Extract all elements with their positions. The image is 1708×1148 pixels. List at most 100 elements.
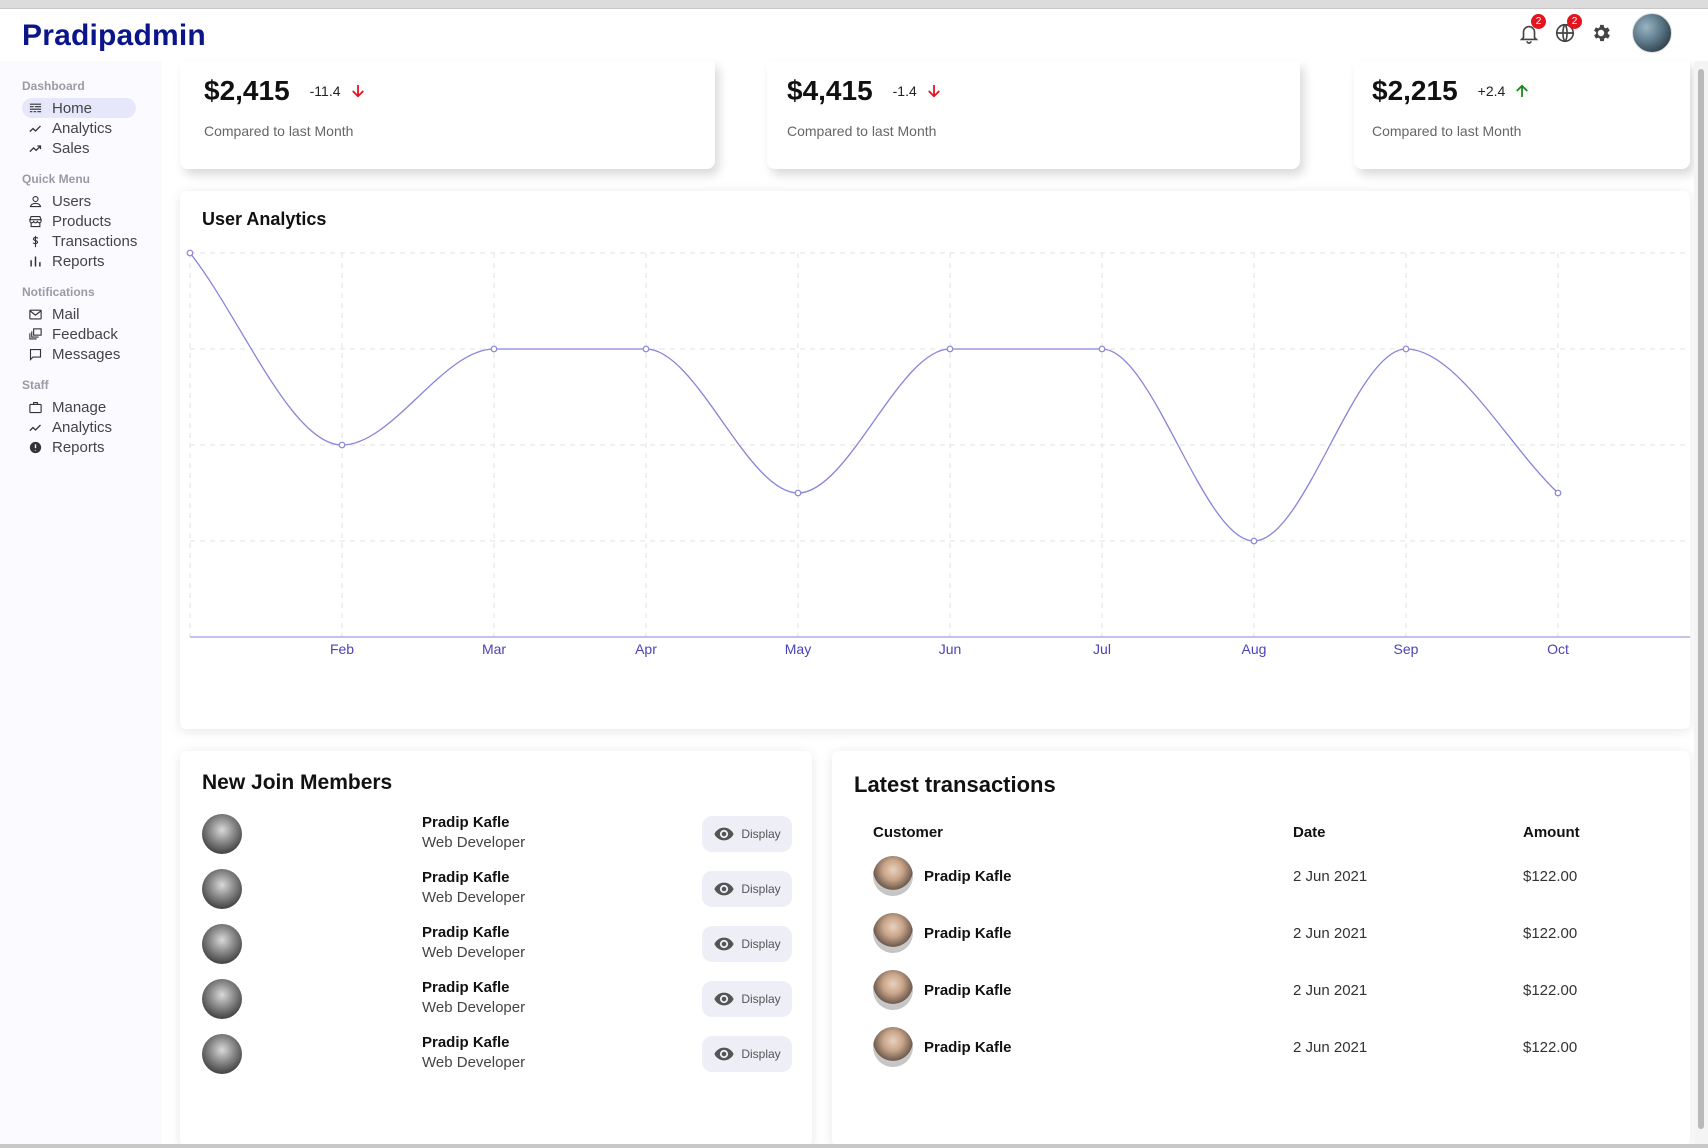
- member-name: Pradip Kafle: [422, 1034, 510, 1051]
- person-icon: [22, 192, 46, 210]
- timeline-icon: [22, 418, 46, 436]
- data-point: [338, 441, 346, 449]
- avatar[interactable]: [1632, 13, 1672, 53]
- sidebar: Dashboard Home Analytics Sales Quick Menu Use…: [0, 61, 162, 1146]
- arrow-down-icon: [351, 85, 364, 98]
- latest-transactions-widget: Latest transactions Customer Date Amount…: [832, 751, 1690, 1146]
- sidebar-item-analytics[interactable]: Analytics: [22, 417, 162, 437]
- sidebar-item-manage[interactable]: Manage: [22, 397, 162, 417]
- sidebar-item-label: Analytics: [52, 119, 113, 137]
- x-tick-label: Apr: [635, 641, 657, 657]
- horizontal-scrollbar[interactable]: [0, 1144, 1708, 1148]
- transaction-amount: $122.00: [1523, 1039, 1578, 1056]
- x-tick-label: May: [785, 641, 811, 657]
- dashboard-page: Pradipadmin 2 2 Dashboard Home Analytics Sa…: [0, 0, 1708, 1148]
- display-button[interactable]: Display: [702, 981, 792, 1017]
- transaction-amount: $122.00: [1523, 982, 1578, 999]
- sidebar-item-label: Manage: [52, 398, 107, 416]
- featured-subtitle: Compared to last Month: [1372, 123, 1522, 139]
- sidebar-item-sales[interactable]: Sales: [22, 138, 162, 158]
- sidebar-section-title: Notifications: [22, 285, 95, 299]
- table-row: Pradip Kafle 2 Jun 2021 $122.00: [832, 856, 1690, 900]
- dollar-icon: [22, 232, 46, 250]
- display-button[interactable]: Display: [702, 816, 792, 852]
- eye-icon: [714, 1047, 734, 1061]
- main-content: $2,415 -11.4 Compared to last Month $4,4…: [180, 61, 1690, 1146]
- browser-strip: [0, 0, 1708, 9]
- display-button[interactable]: Display: [702, 926, 792, 962]
- sidebar-item-label: Messages: [52, 345, 121, 363]
- sidebar-item-analytics[interactable]: Analytics: [22, 118, 162, 138]
- customer-avatar: [873, 1027, 913, 1067]
- user-analytics-chart: Feb Mar Apr May Jun Jul Aug Sep Oct User Analyti…: [180, 191, 1690, 729]
- notification-badge: 2: [1531, 14, 1546, 29]
- column-header-amount: Amount: [1523, 824, 1580, 841]
- featured-card-sales: $4,415 -1.4 Compared to last Month: [767, 61, 1300, 169]
- sidebar-section-title: Quick Menu: [22, 172, 91, 186]
- featured-rate: -1.4: [893, 82, 943, 100]
- x-tick-label: Aug: [1242, 641, 1267, 657]
- transactions-title: Latest transactions: [854, 772, 1056, 797]
- customer-avatar: [873, 856, 913, 896]
- work-icon: [22, 398, 46, 416]
- sidebar-section-title: Dashboard: [22, 79, 85, 93]
- vertical-scrollbar[interactable]: [1694, 61, 1708, 1146]
- display-button[interactable]: Display: [702, 1036, 792, 1072]
- data-point: [642, 345, 650, 353]
- line-style-icon: [22, 99, 46, 117]
- customer-name: Pradip Kafle: [924, 868, 1012, 885]
- featured-value: $4,415: [787, 75, 873, 106]
- member-role: Web Developer: [422, 999, 526, 1016]
- bar-chart-icon: [22, 252, 46, 270]
- gear-icon[interactable]: [1590, 22, 1612, 44]
- table-row: Pradip Kafle 2 Jun 2021 $122.00: [832, 1027, 1690, 1071]
- sidebar-item-reports[interactable]: Reports: [22, 251, 162, 271]
- dynamic-feed-icon: [22, 325, 46, 343]
- scrollbar-thumb[interactable]: [1698, 69, 1704, 1129]
- member-role: Web Developer: [422, 1054, 526, 1071]
- x-tick-label: Oct: [1547, 641, 1569, 657]
- sidebar-item-reports[interactable]: Reports: [22, 437, 162, 457]
- globe-icon[interactable]: 2: [1554, 14, 1582, 44]
- transaction-amount: $122.00: [1523, 868, 1578, 885]
- sidebar-item-messages[interactable]: Messages: [22, 344, 162, 364]
- column-header-customer: Customer: [873, 824, 944, 841]
- language-badge: 2: [1567, 14, 1582, 29]
- x-tick-label: Jul: [1093, 641, 1111, 657]
- bell-icon[interactable]: 2: [1518, 14, 1546, 44]
- sidebar-item-products[interactable]: Products: [22, 211, 162, 231]
- line-chart: Feb Mar Apr May Jun Jul Aug Sep Oct: [186, 249, 1690, 657]
- customer-avatar: [873, 913, 913, 953]
- sidebar-item-mail[interactable]: Mail: [22, 304, 162, 324]
- member-role: Web Developer: [422, 944, 526, 961]
- member-role: Web Developer: [422, 834, 526, 851]
- data-point: [186, 249, 194, 257]
- topbar: Pradipadmin 2 2: [0, 9, 1690, 61]
- sidebar-item-transactions[interactable]: Transactions: [22, 231, 162, 251]
- customer-avatar: [873, 970, 913, 1010]
- sidebar-item-users[interactable]: Users: [22, 191, 162, 211]
- featured-rate: -11.4: [310, 82, 367, 100]
- app-logo[interactable]: Pradipadmin: [22, 19, 206, 53]
- sidebar-item-label: Analytics: [52, 418, 113, 436]
- sidebar-item-label: Products: [52, 212, 112, 230]
- data-point: [490, 345, 498, 353]
- sidebar-item-label: Mail: [52, 305, 80, 323]
- sidebar-item-feedback[interactable]: Feedback: [22, 324, 162, 344]
- table-row: Pradip Kafle 2 Jun 2021 $122.00: [832, 913, 1690, 957]
- sidebar-item-label: Reports: [52, 252, 105, 270]
- member-avatar: [202, 1034, 242, 1074]
- data-point: [1402, 345, 1410, 353]
- sidebar-item-home[interactable]: Home: [22, 98, 136, 118]
- customer-name: Pradip Kafle: [924, 982, 1012, 999]
- series-line: [189, 252, 1559, 542]
- data-point: [946, 345, 954, 353]
- transaction-date: 2 Jun 2021: [1293, 982, 1368, 999]
- sidebar-item-label: Reports: [52, 438, 105, 456]
- member-avatar: [202, 869, 242, 909]
- chat-bubble-icon: [22, 345, 46, 363]
- display-button-label: Display: [741, 992, 781, 1006]
- mail-icon: [22, 305, 46, 323]
- customer-name: Pradip Kafle: [924, 1039, 1012, 1056]
- display-button[interactable]: Display: [702, 871, 792, 907]
